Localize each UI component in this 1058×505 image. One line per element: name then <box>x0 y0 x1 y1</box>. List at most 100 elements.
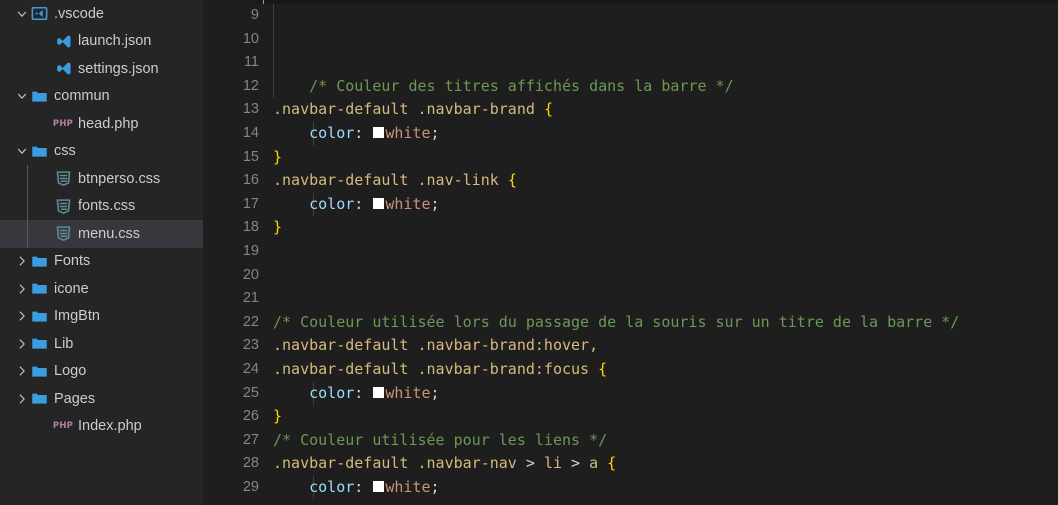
explorer-sidebar[interactable]: .vscode launch.json settings.json commun PHP… <box>0 0 203 505</box>
chevron-right-icon[interactable] <box>14 391 30 407</box>
line-content[interactable]: .navbar-default .nav-link { <box>273 169 517 193</box>
folder-icon <box>30 390 48 408</box>
tree-item-lib[interactable]: Lib <box>0 330 203 358</box>
code-line[interactable]: 25 color: white; <box>203 381 1058 406</box>
file-tree[interactable]: .vscode launch.json settings.json commun PHP… <box>0 0 203 440</box>
tree-item-label: fonts.css <box>78 198 136 214</box>
line-content[interactable]: } <box>273 216 282 240</box>
tree-item-css[interactable]: css <box>0 138 203 166</box>
tree-item-pages[interactable]: Pages <box>0 385 203 413</box>
code-line[interactable]: 28 .navbar-default .navbar-nav > li > a { <box>203 452 1058 476</box>
tree-item-commun[interactable]: commun <box>0 83 203 111</box>
chevron-down-icon[interactable] <box>14 143 30 159</box>
code-line[interactable]: 24 .navbar-default .navbar-brand:focus { <box>203 358 1058 382</box>
chevron-right-icon[interactable] <box>14 281 30 297</box>
php-file-icon: PHP <box>52 421 74 431</box>
line-content[interactable]: /* Couleur des titres affichés dans la b… <box>273 75 733 99</box>
code-line[interactable]: 15} <box>203 146 1058 170</box>
color-swatch[interactable] <box>372 479 386 493</box>
code-token: { <box>507 171 517 190</box>
line-content[interactable]: /* Couleur utilisée pour les liens */ <box>273 429 607 453</box>
code-line[interactable]: 18} <box>203 216 1058 240</box>
line-content[interactable]: color: white; <box>273 382 439 406</box>
line-number: 24 <box>242 360 259 377</box>
indent-guide <box>273 51 274 75</box>
line-number: 9 <box>250 7 259 23</box>
code-token: white <box>385 194 431 213</box>
code-token: ; <box>430 194 440 213</box>
line-content[interactable]: color: white; <box>273 193 440 217</box>
code-line[interactable]: 14 color: white; <box>203 121 1058 146</box>
color-swatch[interactable] <box>372 385 386 399</box>
code-token: : <box>354 383 373 402</box>
code-line[interactable]: 23 .navbar-default .navbar-brand:hover, <box>203 334 1058 358</box>
folder-icon <box>30 335 48 353</box>
code-line[interactable]: 11 <box>203 51 1058 75</box>
code-line[interactable]: 17 color: white; <box>203 192 1058 217</box>
code-token: ; <box>430 123 440 142</box>
tree-item-imgbtn[interactable]: ImgBtn <box>0 303 203 331</box>
code-line[interactable]: 22 /* Couleur utilisée lors du passage de… <box>203 311 1058 335</box>
code-token: { <box>598 359 608 378</box>
tree-item-btnperso-css[interactable]: btnperso.css <box>0 165 203 193</box>
code-line[interactable]: 21 <box>203 287 1058 311</box>
chevron-right-icon[interactable] <box>14 308 30 324</box>
code-line[interactable]: 16 .navbar-default .nav-link { <box>203 169 1058 193</box>
tree-item-head-php[interactable]: PHP head.php <box>0 110 203 138</box>
code-line[interactable]: 9 <box>203 4 1058 28</box>
code-line[interactable]: 12 /* Couleur des titres affichés dans l… <box>203 74 1058 99</box>
line-content[interactable]: .navbar-default .navbar-brand { <box>273 98 553 122</box>
code-lines[interactable]: 9 10 11 12 /* Couleur des titres affichés d… <box>203 4 1058 505</box>
vscode-folder-icon <box>30 5 48 23</box>
css-file-icon <box>54 197 72 215</box>
tree-item-fonts[interactable]: Fonts <box>0 248 203 276</box>
line-content[interactable]: } <box>273 405 282 429</box>
chevron-right-icon[interactable] <box>14 336 30 352</box>
tree-item-launch-json[interactable]: launch.json <box>0 28 203 56</box>
line-content[interactable]: .navbar-default .navbar-brand:hover, <box>273 334 598 358</box>
code-line[interactable]: 27 /* Couleur utilisée pour les liens */ <box>203 429 1058 453</box>
code-token: { <box>543 100 553 119</box>
tree-item-label: btnperso.css <box>78 170 161 187</box>
code-line[interactable]: 29 color: white; <box>203 475 1058 500</box>
code-line[interactable]: 10 <box>203 27 1058 52</box>
chevron-down-icon[interactable] <box>14 88 30 104</box>
line-number: 11 <box>243 54 259 71</box>
code-line[interactable]: 13 .navbar-default .navbar-brand { <box>203 98 1058 122</box>
line-content[interactable]: /* Couleur utilisée lors du passage de l… <box>273 311 959 335</box>
code-line[interactable]: 19 <box>203 240 1058 264</box>
chevron-down-icon[interactable] <box>14 6 30 22</box>
code-line[interactable]: 26} <box>203 405 1058 429</box>
line-number: 29 <box>242 478 259 495</box>
line-content[interactable]: .navbar-default .navbar-nav > li > a { <box>273 452 616 476</box>
color-swatch[interactable] <box>372 196 386 210</box>
code-editor[interactable]: 9 10 11 12 /* Couleur des titres affichés d… <box>203 0 1058 505</box>
tree-item-icone[interactable]: icone <box>0 275 203 303</box>
line-number: 15 <box>242 148 259 165</box>
line-content[interactable]: color: white; <box>273 476 439 500</box>
line-number: 25 <box>242 384 259 401</box>
tree-item-logo[interactable]: Logo <box>0 358 203 386</box>
code-token: color <box>273 123 355 142</box>
code-token: } <box>273 218 283 237</box>
vscode-file-icon <box>54 60 72 78</box>
chevron-right-icon[interactable] <box>14 363 30 379</box>
line-content[interactable]: } <box>273 146 282 170</box>
php-file-icon: PHP <box>52 118 74 129</box>
code-line[interactable]: 20 <box>203 264 1058 288</box>
code-token: > <box>571 454 590 473</box>
vscode-file-icon <box>54 32 72 50</box>
tree-item-menu-css[interactable]: menu.css <box>0 220 203 248</box>
line-number: 23 <box>242 337 259 354</box>
line-content[interactable]: color: white; <box>273 122 440 146</box>
tree-item-label: menu.css <box>78 225 141 242</box>
tree-item-index-php[interactable]: PHP Index.php <box>0 413 203 441</box>
color-swatch[interactable] <box>372 125 386 139</box>
line-content[interactable]: .navbar-default .navbar-brand:focus { <box>273 358 607 382</box>
code-token: white <box>385 383 431 402</box>
tree-item-settings-json[interactable]: settings.json <box>0 55 203 83</box>
tree-item-fonts-css[interactable]: fonts.css <box>0 193 203 221</box>
code-token: .navbar-default .navbar-brand:hover, <box>273 336 599 355</box>
tree-item--vscode[interactable]: .vscode <box>0 0 203 28</box>
chevron-right-icon[interactable] <box>14 253 30 269</box>
